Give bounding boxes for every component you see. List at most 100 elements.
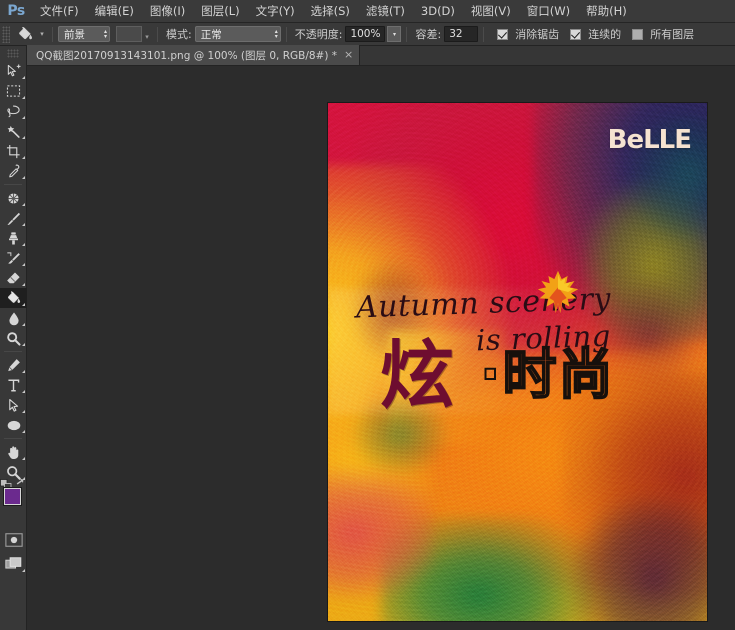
canvas-work-area[interactable]: BeLLE Autumn scenery is rolling 炫 ·时尚	[27, 66, 735, 630]
tool-group-indicator	[22, 343, 25, 346]
crop-tool[interactable]	[0, 141, 27, 161]
poster-headline-main: 炫	[380, 333, 454, 419]
belle-brand-logo: BeLLE	[607, 125, 692, 155]
tool-divider	[4, 438, 22, 439]
opacity-label: 不透明度:	[294, 28, 343, 41]
tool-options-bar: ▾ 前景 ▴ ▾ ▾ 模式: 正常 ▴ ▾ 不透明度: 100% ▾ 容差: 32 …	[0, 23, 735, 46]
rectangular-marquee-tool[interactable]	[0, 81, 27, 101]
tool-group-indicator	[22, 203, 25, 206]
contiguous-checkbox[interactable]: 连续的	[570, 26, 624, 42]
menu-view[interactable]: 视图(V)	[463, 0, 519, 23]
magic-wand-tool[interactable]	[0, 121, 27, 141]
tool-group-indicator	[22, 283, 25, 286]
options-divider	[483, 26, 485, 42]
tool-group-indicator	[22, 303, 25, 306]
options-divider	[406, 26, 408, 42]
menu-type[interactable]: 文字(Y)	[248, 0, 303, 23]
maple-leaf-icon	[537, 270, 579, 314]
image-canvas[interactable]: BeLLE Autumn scenery is rolling 炫 ·时尚	[328, 103, 707, 621]
brush-tool[interactable]	[0, 208, 27, 228]
spot-healing-brush-tool[interactable]	[0, 188, 27, 208]
tools-panel-grip[interactable]	[7, 49, 19, 58]
tool-group-indicator	[22, 76, 25, 79]
tool-group-indicator	[22, 176, 25, 179]
stepper-arrows-icon: ▴ ▾	[103, 28, 107, 40]
pattern-chevron-icon[interactable]: ▾	[142, 26, 152, 42]
history-brush-tool[interactable]	[0, 248, 27, 268]
tool-group-indicator	[22, 430, 25, 433]
tolerance-input[interactable]: 32	[444, 26, 479, 42]
path-selection-tool[interactable]	[0, 395, 27, 415]
antialias-label: 消除锯齿	[515, 28, 560, 41]
tools-panel	[0, 46, 31, 630]
fill-source-select[interactable]: 前景 ▴ ▾	[58, 26, 110, 42]
paint-bucket-icon[interactable]	[13, 25, 37, 44]
photoshop-logo: Ps	[7, 3, 25, 19]
hand-tool[interactable]	[0, 442, 27, 462]
eyedropper-tool[interactable]	[0, 161, 27, 181]
menu-file[interactable]: 文件(F)	[32, 0, 87, 23]
ellipse-shape-tool[interactable]	[0, 415, 27, 435]
tolerance-label: 容差:	[415, 28, 442, 41]
stepper-arrows-icon: ▴ ▾	[274, 28, 278, 40]
clone-stamp-tool[interactable]	[0, 228, 27, 248]
menu-edit[interactable]: 编辑(E)	[87, 0, 142, 23]
tool-group-indicator	[22, 323, 25, 326]
pen-tool[interactable]	[0, 355, 27, 375]
options-divider	[285, 26, 287, 42]
move-tool[interactable]	[0, 61, 27, 81]
menu-3d[interactable]: 3D(D)	[413, 0, 463, 23]
menu-window[interactable]: 窗口(W)	[519, 0, 578, 23]
dodge-tool[interactable]	[0, 328, 27, 348]
tool-divider	[4, 351, 22, 352]
document-tab-title: QQ截图20170913143101.png @ 100% (图层 0, RGB…	[36, 49, 338, 62]
menu-layer[interactable]: 图层(L)	[193, 0, 247, 23]
color-swatches	[0, 478, 31, 520]
menu-bar: Ps 文件(F) 编辑(E) 图像(I) 图层(L) 文字(Y) 选择(S) 滤…	[0, 0, 735, 23]
tool-divider	[4, 184, 22, 185]
all-layers-label: 所有图层	[650, 28, 695, 41]
menu-help[interactable]: 帮助(H)	[578, 0, 635, 23]
tool-group-indicator	[22, 370, 25, 373]
close-icon[interactable]: ×	[344, 49, 353, 60]
options-divider	[52, 26, 53, 42]
quick-mask-icon[interactable]	[0, 530, 27, 550]
opacity-chevron-icon[interactable]: ▾	[387, 26, 402, 42]
blend-mode-value: 正常	[200, 28, 222, 41]
document-tab[interactable]: QQ截图20170913143101.png @ 100% (图层 0, RGB…	[27, 45, 361, 65]
lasso-tool[interactable]	[0, 101, 27, 121]
tool-preset-chevron-icon[interactable]: ▾	[37, 25, 47, 44]
all-layers-checkbox[interactable]: 所有图层	[632, 26, 697, 42]
checkmark-icon	[570, 28, 582, 40]
tool-group-indicator	[22, 116, 25, 119]
checkmark-icon	[497, 28, 509, 40]
empty-checkbox-icon	[632, 28, 644, 40]
tool-group-indicator	[22, 569, 25, 572]
menu-select[interactable]: 选择(S)	[303, 0, 358, 23]
menu-image[interactable]: 图像(I)	[142, 0, 193, 23]
paint-bucket-tool[interactable]	[0, 288, 27, 308]
type-tool[interactable]	[0, 375, 27, 395]
fill-source-value: 前景	[64, 28, 85, 41]
blend-mode-select[interactable]: 正常 ▴ ▾	[194, 26, 281, 42]
tool-group-indicator	[22, 410, 25, 413]
tool-group-indicator	[22, 263, 25, 266]
pattern-swatch[interactable]	[116, 26, 142, 42]
menu-filter[interactable]: 滤镜(T)	[358, 0, 413, 23]
options-bar-grip[interactable]	[2, 25, 10, 43]
mode-label: 模式:	[166, 28, 192, 41]
tool-group-indicator	[22, 243, 25, 246]
tool-group-indicator	[22, 390, 25, 393]
poster-artwork: BeLLE Autumn scenery is rolling 炫 ·时尚	[328, 103, 707, 621]
screen-mode-icon[interactable]	[0, 554, 27, 574]
document-tab-strip: QQ截图20170913143101.png @ 100% (图层 0, RGB…	[27, 45, 735, 66]
antialias-checkbox[interactable]: 消除锯齿	[497, 26, 562, 42]
poster-headline-sub: ·时尚	[479, 343, 615, 406]
foreground-color-swatch[interactable]	[4, 488, 21, 505]
options-divider	[157, 26, 158, 42]
eraser-tool[interactable]	[0, 268, 27, 288]
opacity-input[interactable]: 100%	[345, 26, 386, 42]
photoshop-window: Ps 文件(F) 编辑(E) 图像(I) 图层(L) 文字(Y) 选择(S) 滤…	[0, 0, 735, 630]
tool-group-indicator	[22, 457, 25, 460]
blur-tool[interactable]	[0, 308, 27, 328]
